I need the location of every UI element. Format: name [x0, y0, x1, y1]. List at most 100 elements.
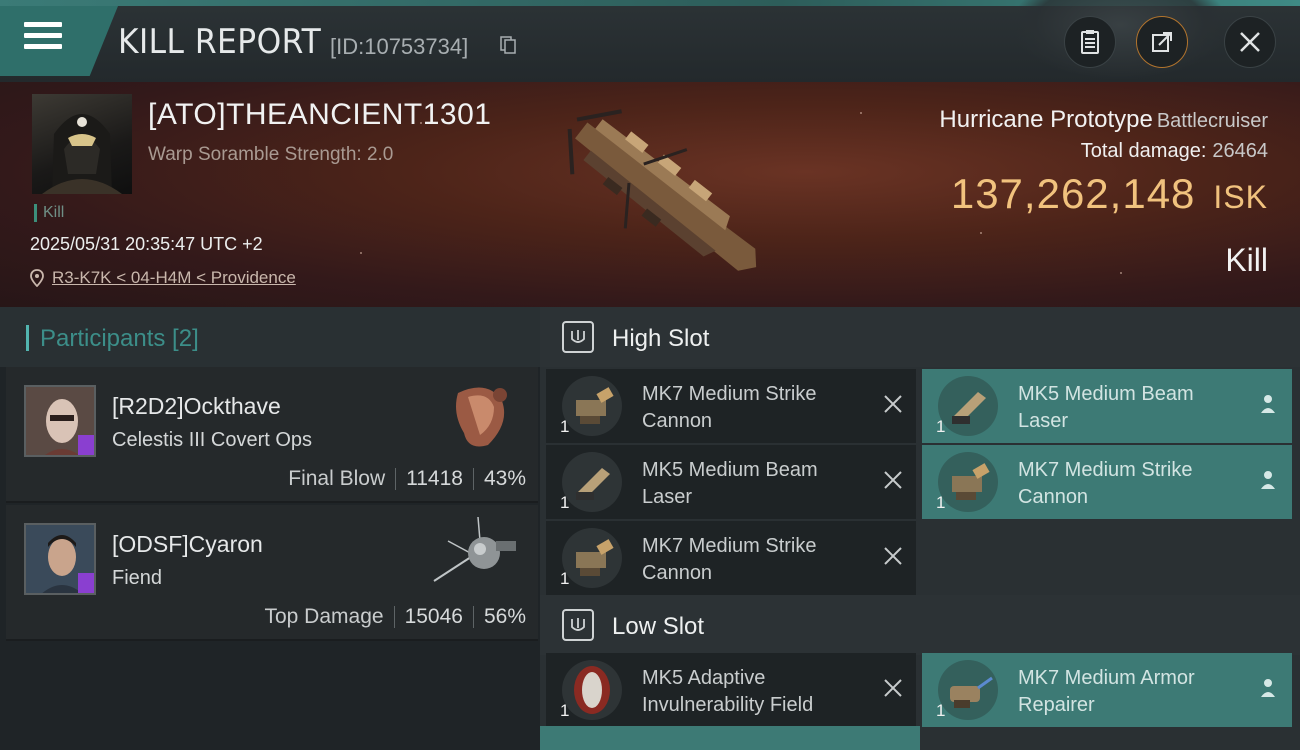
participant-ship: Celestis III Covert Ops [112, 429, 313, 451]
victim-avatar[interactable] [32, 94, 132, 194]
module-icon [562, 452, 622, 512]
location-text: R3-K7K < 04-H4M < Providence [52, 268, 296, 287]
destroyed-x-icon [884, 679, 902, 697]
module-item[interactable]: 1 MK7 Medium Strike Cannon [546, 369, 916, 443]
slot-icon [562, 321, 594, 353]
module-quantity: 1 [936, 701, 946, 720]
participant-row[interactable]: [R2D2]Ockthave Celestis III Covert Ops F… [6, 367, 538, 503]
module-name: MK7 Medium Strike Cannon [642, 383, 817, 432]
menu-icon[interactable] [24, 22, 62, 56]
module-icon [562, 528, 622, 588]
clipboard-icon [1081, 30, 1099, 54]
person-icon [1261, 471, 1275, 489]
participant-percent: 56% [483, 605, 526, 628]
module-quantity: 1 [936, 417, 946, 436]
module-icon [562, 660, 622, 720]
participant-ship-image [456, 387, 507, 447]
victim-ship[interactable]: Hurricane Prototype Battlecruiser [939, 106, 1268, 134]
participant-stats: Top Damage 15046 56% [264, 605, 526, 629]
close-button[interactable] [1224, 16, 1276, 68]
total-damage-value: 26464 [1212, 140, 1268, 162]
module-name: MK5 Adaptive Invulnerability Field [642, 667, 814, 716]
total-damage: Total damage: 26464 [1081, 140, 1268, 163]
module-item[interactable]: 1 MK5 Medium Beam Laser [546, 445, 916, 519]
module-item-partial[interactable] [540, 726, 920, 750]
destroyed-x-icon [884, 547, 902, 565]
share-icon [1152, 32, 1172, 52]
stat-separator [393, 606, 395, 628]
warp-scramble-strength: Warp Soramble Strength: 2.0 [148, 144, 394, 165]
participant-badge [78, 573, 94, 593]
person-icon [1261, 395, 1275, 413]
participants-label: Participants [2] [40, 325, 199, 352]
person-icon [1261, 679, 1275, 697]
kill-datetime: 2025/05/31 20:35:47 UTC +2 [30, 234, 263, 254]
participants-header: Participants [2] [0, 307, 540, 367]
participant-damage: 15046 [404, 605, 463, 628]
module-icon [938, 452, 998, 512]
copy-icon[interactable] [500, 36, 516, 54]
participant-stats: Final Blow 11418 43% [288, 467, 526, 491]
module-name: MK7 Medium Armor Repairer [1018, 667, 1195, 716]
module-item[interactable]: 1 MK7 Medium Armor Repairer [922, 653, 1292, 727]
stat-separator [472, 468, 474, 490]
close-icon [1240, 32, 1260, 52]
page-title: KILL REPORT [118, 22, 322, 62]
low-slot-label: Low Slot [612, 613, 705, 640]
location-pin-icon [30, 269, 44, 287]
kill-status: Kill [1225, 242, 1268, 278]
victim-ship-name: Hurricane Prototype [939, 106, 1153, 133]
participant-name: [ODSF]Cyaron [112, 531, 263, 557]
participant-ship: Fiend [112, 567, 163, 589]
participant-stat-label: Top Damage [264, 605, 384, 628]
participant-ship-image [433, 516, 516, 582]
high-slot-label: High Slot [612, 325, 710, 352]
isk-value: 137,262,148 ISK [951, 170, 1268, 218]
module-item[interactable]: 1 MK7 Medium Strike Cannon [546, 521, 916, 595]
participants-panel: Participants [2] [R2D2]Ockthave Celestis… [0, 307, 540, 750]
fitting-panel: High Slot 1 MK7 Medium Strike Cannon 1 M… [540, 307, 1300, 750]
isk-unit: ISK [1213, 179, 1268, 215]
isk-amount: 137,262,148 [950, 170, 1196, 217]
participant-badge [78, 435, 94, 455]
destroyed-x-icon [884, 471, 902, 489]
participant-name: [R2D2]Ockthave [112, 393, 281, 419]
high-slot-header: High Slot [540, 307, 1300, 367]
participant-damage: 11418 [406, 467, 463, 490]
module-name: MK7 Medium Strike Cannon [642, 535, 817, 584]
stat-separator [472, 606, 474, 628]
participant-stat-label: Final Blow [288, 467, 386, 490]
participant-avatar [24, 385, 96, 457]
module-quantity: 1 [560, 701, 570, 720]
report-id: [ID:10753734] [330, 34, 469, 59]
clipboard-button[interactable] [1064, 16, 1116, 68]
victim-ship-class: Battlecruiser [1156, 110, 1268, 132]
participant-row[interactable]: [ODSF]Cyaron Fiend Top Damage 15046 56% [6, 505, 538, 641]
victim-ship-image [567, 109, 757, 271]
module-icon [938, 660, 998, 720]
participants-accent-bar [26, 325, 29, 351]
module-icon [938, 376, 998, 436]
kill-location-link[interactable]: R3-K7K < 04-H4M < Providence [30, 268, 296, 288]
total-damage-label: Total damage: [1080, 140, 1207, 162]
module-name: MK5 Medium Beam Laser [642, 459, 818, 508]
participant-percent: 43% [483, 467, 526, 490]
header-bar: KILL REPORT [ID:10753734] [0, 0, 1300, 82]
module-quantity: 1 [560, 569, 570, 588]
slot-icon [562, 609, 594, 641]
module-item[interactable]: 1 MK7 Medium Strike Cannon [922, 445, 1292, 519]
module-name: MK7 Medium Strike Cannon [1018, 459, 1193, 508]
victim-summary: [ATO]THEANCIENT1301 Warp Soramble Streng… [0, 82, 1300, 307]
low-slot-header: Low Slot [540, 595, 1300, 655]
module-item[interactable]: 1 MK5 Medium Beam Laser [922, 369, 1292, 443]
module-icon [562, 376, 622, 436]
kill-tag: Kill [34, 204, 64, 222]
module-quantity: 1 [560, 417, 570, 436]
module-quantity: 1 [936, 493, 946, 512]
module-item[interactable]: 1 MK5 Adaptive Invulnerability Field [546, 653, 916, 727]
module-quantity: 1 [560, 493, 570, 512]
victim-name[interactable]: [ATO]THEANCIENT1301 [148, 98, 491, 132]
share-button[interactable] [1136, 16, 1188, 68]
stat-separator [395, 468, 397, 490]
destroyed-x-icon [884, 395, 902, 413]
